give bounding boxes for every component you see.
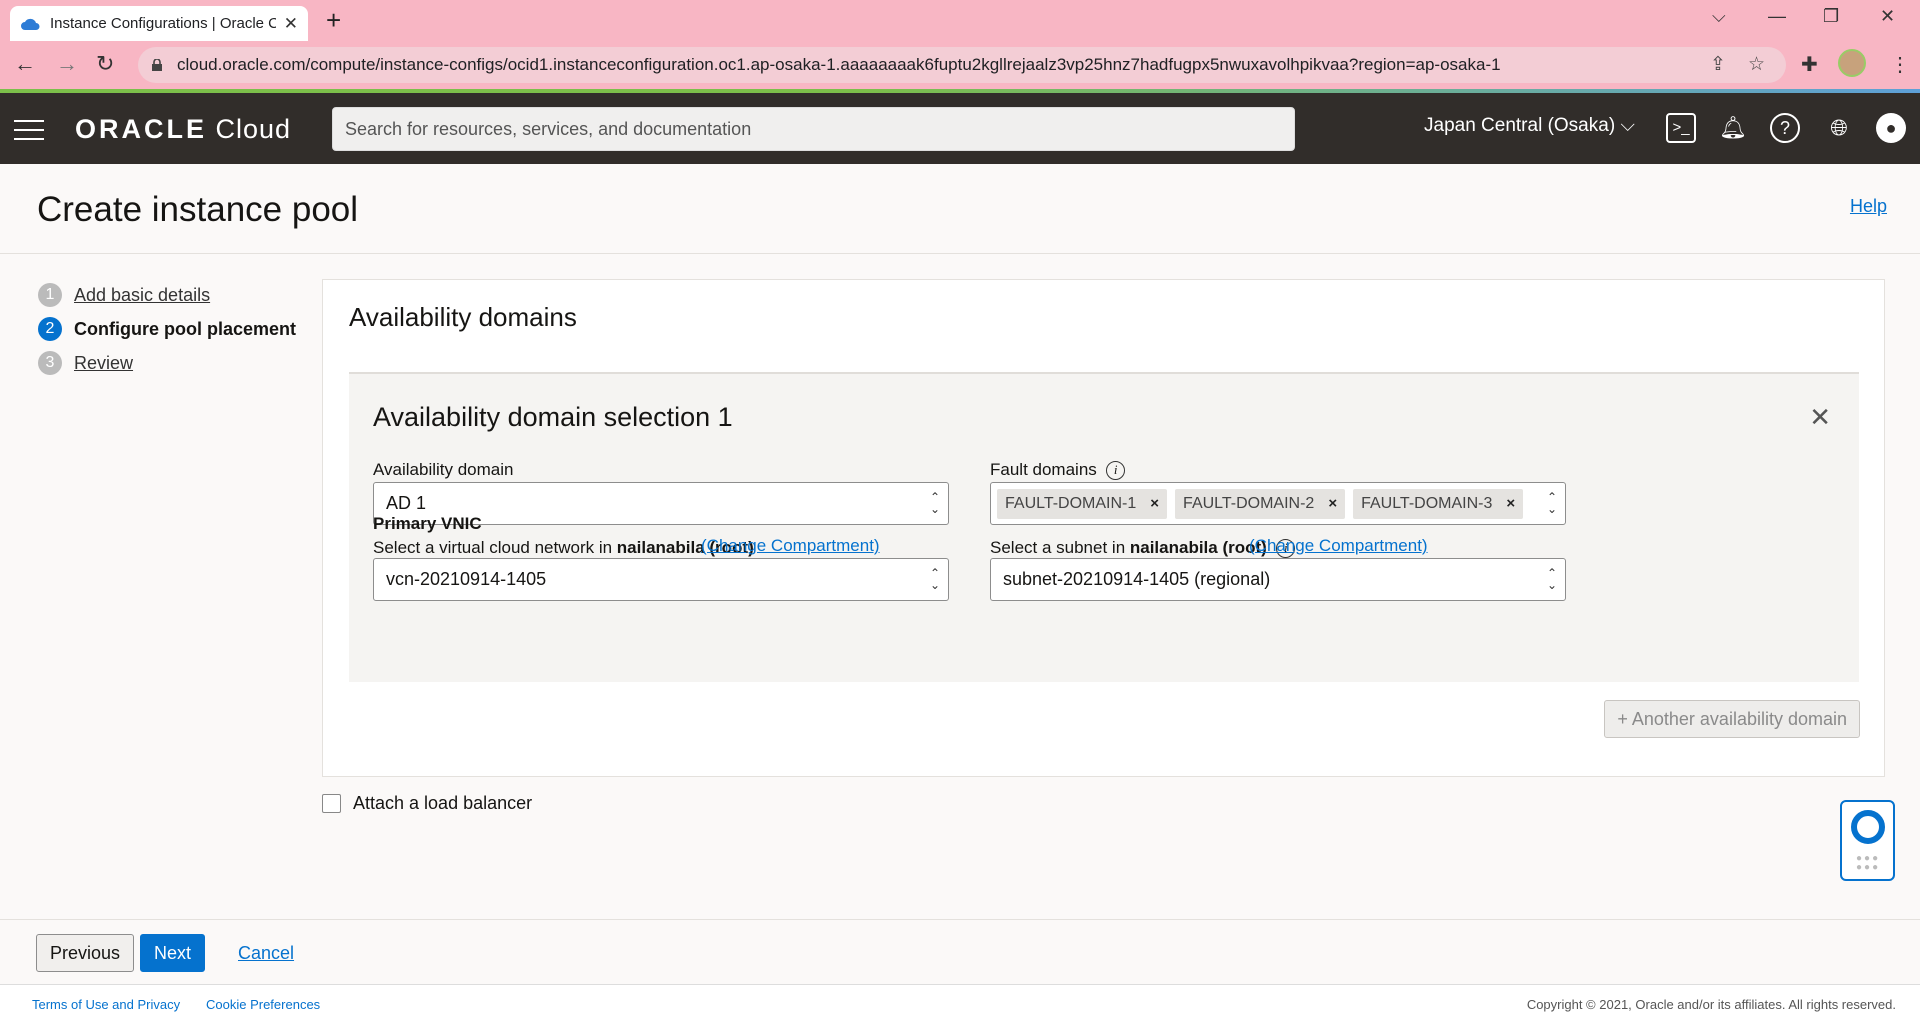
select-arrows-icon: ⌃ ⌄ — [1546, 566, 1557, 592]
attach-load-balancer-checkbox[interactable]: Attach a load balancer — [322, 793, 532, 814]
step-label[interactable]: Add basic details — [74, 285, 210, 306]
next-button[interactable]: Next — [140, 934, 206, 972]
console-header: ORACLE Cloud Search for resources, servi… — [0, 93, 1920, 164]
tab-title: Instance Configurations | Oracle C — [50, 15, 276, 32]
step-number: 2 — [38, 317, 62, 341]
help-link[interactable]: Help — [1850, 196, 1887, 217]
fault-domain-chip: FAULT-DOMAIN-1 × — [997, 488, 1168, 519]
fault-domains-multiselect[interactable]: FAULT-DOMAIN-1 × FAULT-DOMAIN-2 × FAULT-DO… — [990, 482, 1566, 525]
wizard-steps: 1 Add basic details 2 Configure pool pla… — [38, 278, 296, 380]
page-header: Create instance pool Help — [0, 164, 1920, 254]
lifebuoy-icon — [1851, 810, 1885, 844]
reload-icon[interactable]: ↻ — [96, 51, 114, 77]
checkbox-box[interactable] — [322, 794, 341, 813]
page-footer: Terms of Use and Privacy Cookie Preferen… — [0, 984, 1920, 1019]
search-input[interactable]: Search for resources, services, and docu… — [332, 107, 1295, 151]
vcn-label: Select a virtual cloud network in nailan… — [373, 538, 754, 557]
minimize-icon[interactable]: — — [1768, 6, 1786, 27]
select-arrows-icon: ⌃ ⌄ — [929, 566, 940, 592]
share-icon[interactable]: ⇪ — [1710, 53, 1726, 76]
section-title: Availability domains — [349, 302, 577, 332]
region-selector[interactable]: Japan Central (Osaka) ⌵ — [1424, 115, 1635, 137]
browser-toolbar: ← → ↻ cloud.oracle.com/compute/instance-… — [0, 41, 1920, 89]
extensions-icon[interactable]: ✚ — [1801, 52, 1818, 77]
restore-icon[interactable]: ❐ — [1823, 6, 1839, 27]
step-add-basic-details[interactable]: 1 Add basic details — [38, 278, 296, 312]
remove-chip-icon[interactable]: × — [1150, 495, 1159, 512]
select-arrows-icon: ⌃ ⌄ — [929, 490, 940, 516]
globe-icon[interactable]: 🌐︎ — [1824, 113, 1854, 143]
cancel-link[interactable]: Cancel — [225, 934, 307, 972]
profile-avatar[interactable] — [1838, 49, 1866, 77]
wizard-footer: Previous Next Cancel — [0, 919, 1920, 984]
step-configure-pool-placement: 2 Configure pool placement — [38, 312, 296, 346]
chrome-menu-icon[interactable]: ⋮ — [1890, 52, 1910, 77]
availability-domain-selection: Availability domain selection 1 ✕ Availa… — [349, 372, 1859, 682]
remove-chip-icon[interactable]: × — [1506, 495, 1515, 512]
availability-domains-card: Availability domains Availability domain… — [322, 279, 1885, 777]
tab-search-chevron-icon[interactable]: ⌵ — [1712, 6, 1726, 27]
help-icon[interactable]: ? — [1770, 113, 1800, 143]
change-compartment-link[interactable]: (Change Compartment) — [1249, 536, 1428, 556]
browser-tab-strip: Instance Configurations | Oracle C ✕ + ⌵… — [0, 0, 1920, 41]
browser-tab[interactable]: Instance Configurations | Oracle C ✕ — [10, 6, 308, 41]
checkbox-label: Attach a load balancer — [353, 793, 533, 813]
page-title: Create instance pool — [37, 190, 359, 229]
grid-dots-icon: ●●● ●●● — [1856, 853, 1881, 873]
help-widget[interactable]: ●●● ●●● — [1840, 800, 1895, 881]
oracle-cloud-logo[interactable]: ORACLE Cloud — [75, 114, 291, 145]
select-value: vcn-20210914-1405 — [386, 569, 547, 589]
step-number: 3 — [38, 351, 62, 375]
select-arrows-icon: ⌃ ⌄ — [1546, 490, 1557, 516]
fault-domain-chip: FAULT-DOMAIN-3 × — [1353, 488, 1524, 519]
lock-icon — [152, 59, 162, 71]
url-text: cloud.oracle.com/compute/instance-config… — [177, 55, 1501, 74]
user-profile-icon[interactable]: ● — [1876, 113, 1906, 143]
bell-icon[interactable]: 🔔︎ — [1718, 113, 1748, 143]
step-review[interactable]: 3 Review — [38, 346, 296, 380]
fault-domains-label: Fault domains i — [990, 460, 1126, 481]
terms-link[interactable]: Terms of Use and Privacy — [32, 997, 180, 1012]
subnet-select[interactable]: subnet-20210914-1405 (regional) ⌃ ⌄ — [990, 558, 1566, 601]
hamburger-menu-icon[interactable] — [14, 120, 44, 147]
back-icon[interactable]: ← — [14, 51, 36, 77]
cloud-shell-icon[interactable]: >_ — [1666, 113, 1696, 143]
main-content: 1 Add basic details 2 Configure pool pla… — [0, 254, 1920, 919]
step-number: 1 — [38, 283, 62, 307]
fault-domain-chip: FAULT-DOMAIN-2 × — [1175, 488, 1346, 519]
window-close-icon[interactable]: ✕ — [1880, 6, 1895, 27]
forward-icon[interactable]: → — [56, 51, 78, 77]
availability-domain-label: Availability domain — [373, 460, 514, 479]
step-label[interactable]: Review — [74, 353, 133, 374]
remove-chip-icon[interactable]: × — [1328, 495, 1337, 512]
oracle-cloud-favicon — [21, 18, 40, 30]
address-bar[interactable]: cloud.oracle.com/compute/instance-config… — [138, 47, 1786, 83]
copyright-text: Copyright © 2021, Oracle and/or its affi… — [1526, 997, 1896, 1012]
tab-close-icon[interactable]: ✕ — [284, 14, 298, 34]
step-label: Configure pool placement — [74, 318, 297, 339]
select-value: subnet-20210914-1405 (regional) — [1003, 569, 1271, 589]
select-value: AD 1 — [386, 493, 427, 513]
add-another-availability-domain-button[interactable]: + Another availability domain — [1604, 700, 1860, 738]
vcn-select[interactable]: vcn-20210914-1405 ⌃ ⌄ — [373, 558, 949, 601]
selection-title: Availability domain selection 1 — [373, 402, 733, 432]
previous-button[interactable]: Previous — [36, 934, 135, 972]
bookmark-star-icon[interactable]: ☆ — [1748, 53, 1765, 76]
primary-vnic-heading: Primary VNIC — [373, 514, 482, 533]
new-tab-icon[interactable]: + — [326, 7, 341, 33]
cookie-preferences-link[interactable]: Cookie Preferences — [206, 997, 320, 1012]
change-compartment-link[interactable]: (Change Compartment) — [701, 536, 880, 556]
info-icon[interactable]: i — [1106, 461, 1126, 481]
chevron-down-icon: ⌵ — [1620, 115, 1635, 136]
remove-selection-close-icon[interactable]: ✕ — [1809, 402, 1831, 433]
